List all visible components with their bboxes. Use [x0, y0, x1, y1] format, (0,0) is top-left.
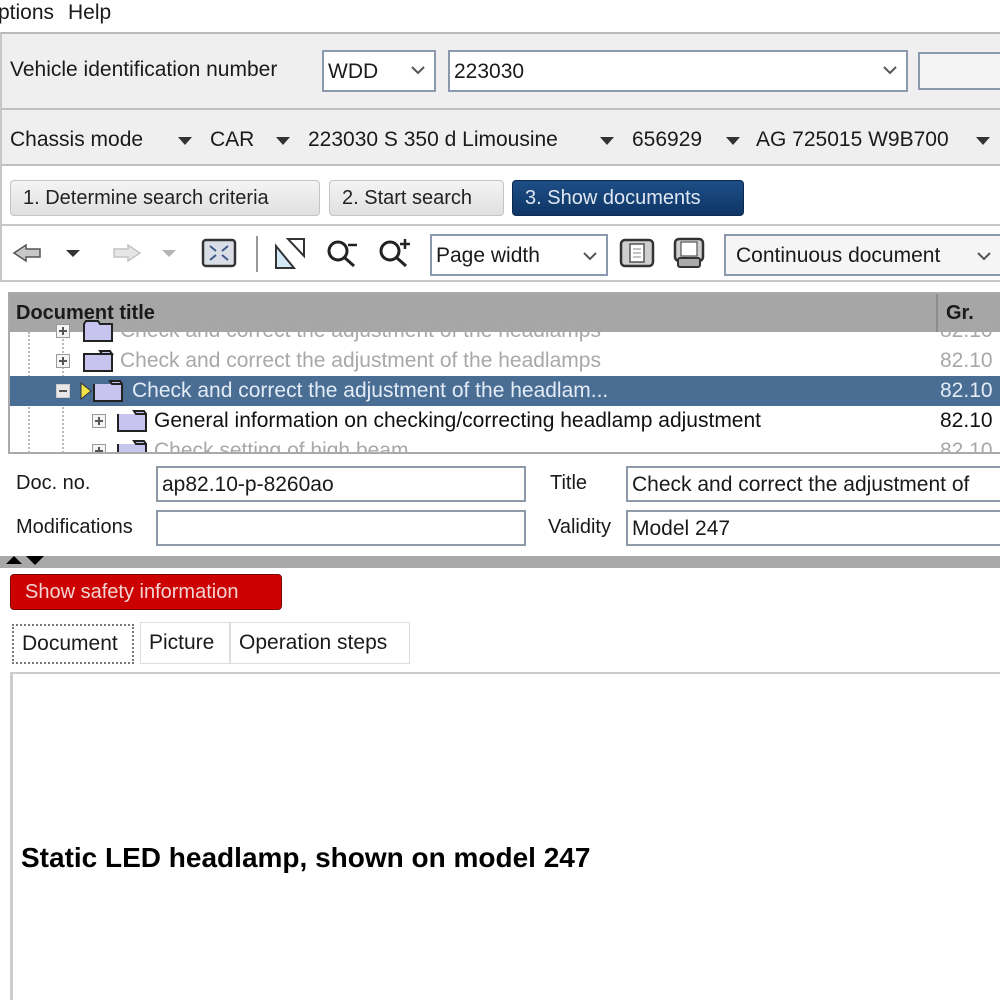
step1-button[interactable]: 1. Determine search criteria — [10, 180, 320, 216]
splitter-up-arrow-icon[interactable] — [6, 556, 22, 564]
vin-extra-field[interactable] — [918, 52, 1000, 90]
tree-row-title: Check and correct the adjustment of the … — [120, 319, 601, 342]
validity-field[interactable]: Model 247 — [626, 510, 1000, 546]
view-mode-value: Continuous document — [736, 244, 941, 267]
document-tree: Document title Gr. Check and correct the… — [8, 292, 1000, 454]
tab-picture[interactable]: Picture — [140, 622, 230, 664]
back-history-dropdown-icon[interactable] — [62, 236, 84, 270]
vin-row: Vehicle identification number WDD 223030 — [0, 32, 1000, 108]
vin-prefix-value: WDD — [328, 60, 379, 83]
tree-row[interactable]: Check setting of high beam 82.10 — [10, 436, 1000, 454]
menu-help[interactable]: Help — [68, 0, 111, 26]
doc-no-value: ap82.10-p-8260ao — [162, 473, 334, 496]
folder-icon — [116, 439, 148, 452]
chassis-mode-dropdown[interactable]: Chassis mode — [10, 128, 143, 152]
back-arrow-icon[interactable] — [10, 236, 48, 270]
vin-model-select[interactable]: 223030 — [448, 50, 908, 92]
folder-icon — [82, 349, 114, 373]
view-mode-select[interactable]: Continuous document — [724, 234, 1000, 276]
print-icon[interactable] — [670, 236, 708, 270]
chevron-down-icon[interactable] — [600, 137, 614, 145]
document-view: Static LED headlamp, shown on model 247 — [10, 672, 1000, 1000]
chevron-down-icon — [883, 66, 897, 75]
step2-button[interactable]: 2. Start search — [329, 180, 504, 216]
current-document-marker-icon — [80, 382, 92, 400]
tree-row-selected[interactable]: Check and correct the adjustment of the … — [10, 376, 1000, 406]
vin-label: Vehicle identification number — [10, 58, 278, 81]
chevron-down-icon[interactable] — [276, 137, 290, 145]
doc-no-label: Doc. no. — [16, 472, 91, 494]
collapse-icon[interactable] — [56, 384, 70, 398]
tree-row-group: 82.10 — [940, 439, 993, 454]
tab-document[interactable]: Document — [12, 624, 134, 664]
modifications-label: Modifications — [16, 516, 133, 538]
modifications-field[interactable] — [156, 510, 526, 546]
transmission-dropdown[interactable]: AG 725015 W9B700 — [756, 128, 949, 152]
expand-icon[interactable] — [56, 324, 70, 338]
tree-row-title: General information on checking/correcti… — [154, 409, 762, 432]
folder-icon — [116, 409, 148, 433]
expand-icon[interactable] — [92, 444, 106, 452]
vin-prefix-select[interactable]: WDD — [322, 50, 436, 92]
engine-dropdown[interactable]: 656929 — [632, 128, 702, 152]
document-heading: Static LED headlamp, shown on model 247 — [21, 842, 591, 873]
folder-icon — [82, 319, 114, 343]
zoom-mode-value: Page width — [436, 244, 540, 267]
toolbar-separator — [256, 236, 258, 272]
tree-row-title: Check setting of high beam — [154, 439, 409, 454]
fit-page-icon[interactable] — [272, 236, 310, 270]
single-page-icon[interactable] — [618, 236, 656, 270]
zoom-out-icon[interactable] — [324, 236, 362, 270]
title-value: Check and correct the adjustment of — [632, 473, 970, 496]
tree-row[interactable]: General information on checking/correcti… — [10, 406, 1000, 436]
zoom-in-icon[interactable] — [376, 236, 414, 270]
tree-row[interactable]: Check and correct the adjustment of the … — [10, 346, 1000, 376]
vehicle-model-dropdown[interactable]: 223030 S 350 d Limousine — [308, 128, 558, 152]
validity-label: Validity — [548, 516, 611, 538]
document-metadata: Doc. no. ap82.10-p-8260ao Modifications … — [0, 456, 1000, 556]
step-navigation: 1. Determine search criteria 2. Start se… — [0, 166, 1000, 224]
forward-arrow-icon[interactable] — [106, 236, 144, 270]
expand-icon[interactable] — [92, 414, 106, 428]
tree-row-group: 82.10 — [940, 409, 993, 432]
tree-row-title: Check and correct the adjustment of the … — [120, 349, 601, 372]
tab-operation-steps[interactable]: Operation steps — [230, 622, 410, 664]
forward-history-dropdown-icon[interactable] — [158, 236, 180, 270]
show-safety-information-button[interactable]: Show safety information — [10, 574, 282, 610]
title-label: Title — [550, 472, 588, 494]
chevron-down-icon — [411, 66, 425, 75]
chevron-down-icon — [583, 252, 597, 261]
splitter-down-arrow-icon[interactable] — [26, 556, 44, 565]
menu-options[interactable]: ptions — [0, 0, 54, 26]
menu-bar: ptions Help — [0, 0, 1000, 28]
vin-model-value: 223030 — [454, 60, 525, 83]
chassis-row: Chassis mode CAR 223030 S 350 d Limousin… — [0, 108, 1000, 166]
tree-row[interactable]: Check and correct the adjustment of the … — [10, 316, 1000, 346]
tree-row-group: 82.10 — [940, 319, 993, 342]
chevron-down-icon[interactable] — [178, 137, 192, 145]
tree-row-title: Check and correct the adjustment of the … — [132, 379, 609, 402]
chevron-down-icon — [977, 252, 991, 261]
chevron-down-icon[interactable] — [726, 137, 740, 145]
doc-no-field[interactable]: ap82.10-p-8260ao — [156, 466, 526, 502]
step3-button[interactable]: 3. Show documents — [512, 180, 744, 216]
tree-row-group: 82.10 — [940, 379, 993, 402]
pane-splitter[interactable] — [0, 556, 1000, 568]
tree-row-group: 82.10 — [940, 349, 993, 372]
title-field[interactable]: Check and correct the adjustment of — [626, 466, 1000, 502]
zoom-mode-select[interactable]: Page width — [430, 234, 608, 276]
expand-icon[interactable] — [56, 354, 70, 368]
vehicle-class-dropdown[interactable]: CAR — [210, 128, 254, 152]
validity-value: Model 247 — [632, 517, 731, 540]
chevron-down-icon[interactable] — [976, 137, 990, 145]
fullscreen-icon[interactable] — [200, 236, 238, 270]
folder-icon — [92, 379, 124, 403]
document-toolbar: Page width Continuous document — [0, 224, 1000, 282]
